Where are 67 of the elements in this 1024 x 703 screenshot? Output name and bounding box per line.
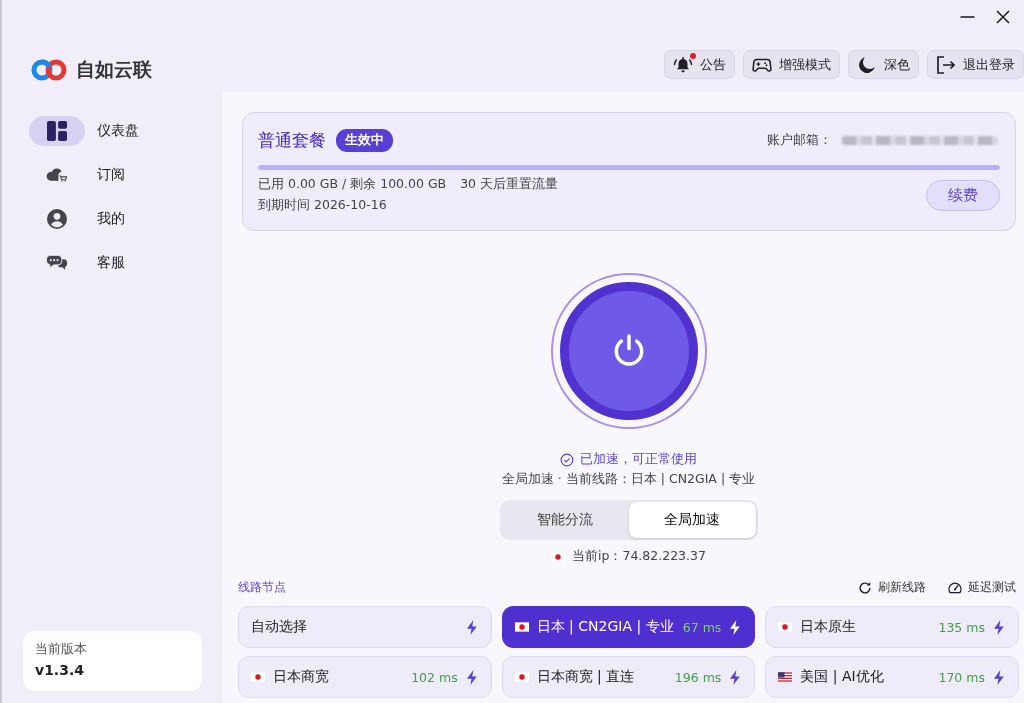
logout-button[interactable]: 退出登录	[927, 50, 1024, 79]
us-flag-icon	[778, 672, 793, 682]
node-name: 美国 | AI优化	[800, 668, 885, 686]
node-name: 日本 | CN2GIA | 专业	[536, 618, 675, 636]
version-label: 当前版本	[35, 641, 88, 658]
lightning-icon	[993, 669, 1004, 685]
node-card[interactable]: 自动选择	[238, 606, 492, 648]
japan-flag-icon	[778, 622, 793, 632]
refresh-nodes-button[interactable]: 刷新线路	[858, 579, 926, 596]
current-ip-text: 当前ip：74.82.223.37	[572, 548, 706, 565]
node-name: 日本商宽	[273, 668, 330, 686]
moon-icon	[857, 55, 877, 74]
mode-option[interactable]: 全局加速	[628, 502, 756, 538]
lightning-icon	[729, 669, 741, 685]
version-number: v1.3.4	[35, 662, 85, 678]
sidebar-nav-item[interactable]: 我的	[29, 197, 179, 241]
renew-button[interactable]: 续费	[926, 179, 1000, 211]
close-icon	[996, 10, 1010, 24]
plan-status-badge: 生效中	[336, 128, 393, 152]
node-name: 日本原生	[800, 618, 858, 636]
enhanced-mode-button[interactable]: 增强模式	[743, 50, 840, 79]
lightning-icon	[465, 669, 477, 685]
latency-text: 196 ms	[674, 669, 722, 685]
current-route-text: 全局加速 · 当前线路：日本 | CN2GIA | 专业	[501, 471, 756, 488]
connection-status: 已加速，可正常使用	[580, 451, 697, 468]
section-title: 线路节点	[238, 579, 286, 596]
japan-flag-icon	[251, 672, 265, 682]
cloud-cart-icon	[46, 165, 68, 185]
email-label: 账户邮箱：	[767, 131, 832, 149]
japan-flag-icon	[551, 551, 566, 562]
usage-text: 已用 0.00 GB / 剩余 100.00 GB	[258, 176, 447, 193]
node-card[interactable]: 日本原生 135 ms	[765, 606, 1019, 648]
app-name: 自如云联	[76, 57, 152, 82]
mode-option[interactable]: 智能分流	[501, 502, 629, 538]
logout-icon	[936, 55, 956, 74]
latency-test-button[interactable]: 延迟测试	[948, 579, 1016, 596]
node-card[interactable]: 美国 | AI优化 170 ms	[765, 656, 1019, 698]
sidebar-nav-item[interactable]: 客服	[29, 241, 179, 285]
lightning-icon	[465, 619, 477, 635]
plan-name: 普通套餐	[258, 128, 326, 152]
logo-rings-icon	[30, 58, 68, 82]
dark-mode-button[interactable]: 深色	[848, 50, 919, 79]
minimize-icon	[959, 16, 975, 18]
node-card[interactable]: 日本商宽 | 直连 196 ms	[501, 656, 756, 698]
check-circle-icon	[560, 452, 574, 467]
sidebar-nav-item[interactable]: 仪表盘	[29, 109, 179, 153]
node-name: 自动选择	[251, 618, 308, 636]
bell-icon	[673, 55, 693, 74]
node-card[interactable]: 日本 | CN2GIA | 专业 67 ms	[501, 606, 756, 648]
latency-text: 102 ms	[411, 669, 458, 685]
gauge-icon	[948, 580, 962, 595]
sidebar-nav-item[interactable]: 订阅	[29, 153, 179, 197]
refresh-icon	[858, 580, 872, 595]
lightning-icon	[729, 619, 741, 635]
announcement-button[interactable]: 公告	[664, 50, 735, 79]
expiry-date: 到期时间 2026-10-16	[258, 197, 387, 214]
japan-flag-icon	[514, 672, 529, 682]
node-card[interactable]: 日本商宽 102 ms	[238, 656, 492, 698]
reset-text: 30 天后重置流量	[460, 176, 559, 193]
latency-text: 170 ms	[938, 669, 985, 685]
latency-text: 67 ms	[682, 619, 722, 635]
node-name: 日本商宽 | 直连	[536, 668, 636, 686]
user-avatar-icon	[46, 209, 68, 229]
latency-text: 135 ms	[938, 619, 985, 635]
dashboard-icon	[47, 121, 67, 141]
lightning-icon	[993, 619, 1004, 635]
japan-flag-icon	[514, 622, 529, 632]
